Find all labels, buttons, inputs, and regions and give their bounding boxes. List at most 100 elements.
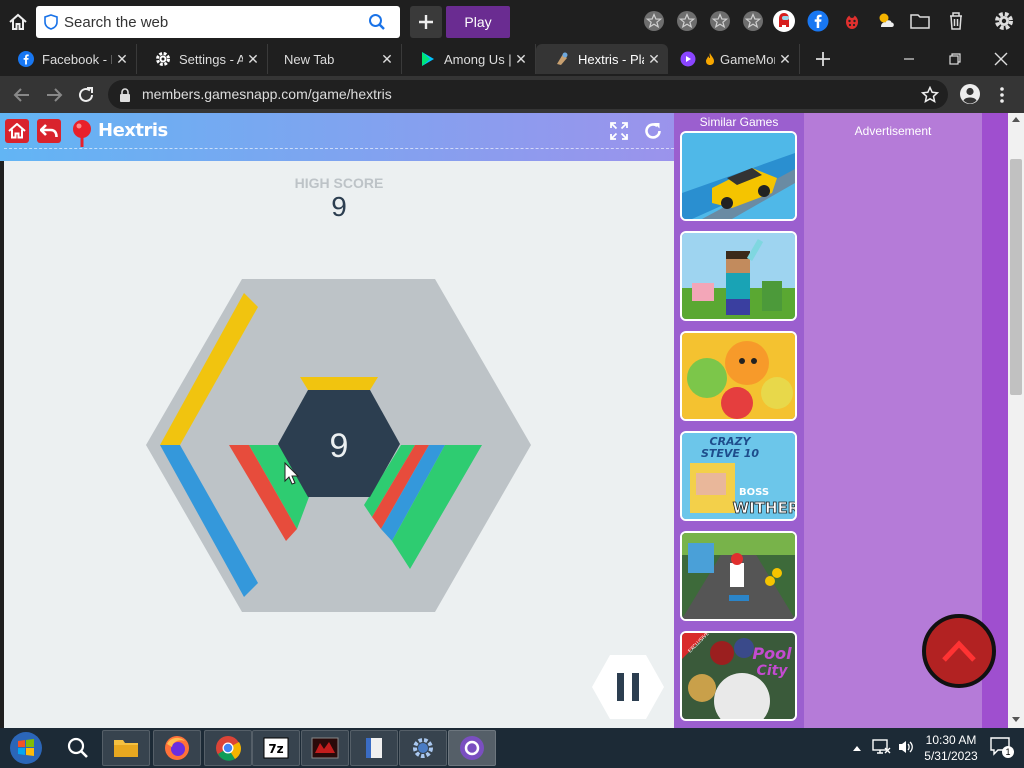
game-thumbnail[interactable] (680, 531, 797, 621)
close-icon[interactable]: ✕ (377, 51, 397, 68)
star-icon[interactable] (708, 9, 732, 33)
minimize-icon[interactable] (898, 48, 920, 70)
game-thumbnail[interactable] (680, 131, 797, 221)
play-store-icon (420, 51, 436, 67)
tab-settings[interactable]: Settings - About ✕ (137, 44, 268, 74)
gear-icon (155, 51, 171, 67)
notification-center-button[interactable]: 1 (990, 736, 1016, 760)
search-input[interactable] (64, 10, 364, 34)
home-button[interactable] (5, 119, 29, 143)
scrollbar-thumb[interactable] (1010, 159, 1022, 395)
windows-logo-icon (10, 732, 42, 764)
close-icon[interactable]: ✕ (511, 51, 531, 68)
scroll-up-arrow-icon[interactable] (1011, 115, 1021, 123)
tab-new-tab[interactable]: New Tab ✕ (268, 44, 402, 74)
new-tab-icon[interactable] (812, 48, 834, 70)
tab-facebook[interactable]: Facebook - Log ✕ (0, 44, 137, 74)
game-thumbnail[interactable] (680, 231, 797, 321)
svg-text:STEVE 10: STEVE 10 (701, 447, 759, 460)
tab-label: GameMonetize (720, 51, 775, 67)
volume-icon[interactable] (897, 738, 915, 756)
taskbar: 7z 10:30 AM 5/31/2023 1 (0, 728, 1024, 768)
svg-text:7z: 7z (268, 742, 283, 756)
star-icon[interactable] (741, 9, 765, 33)
forward-icon[interactable] (42, 83, 66, 107)
tray-expand-icon[interactable] (852, 744, 862, 752)
search-taskbar-button[interactable] (54, 730, 102, 766)
chrome-icon (216, 736, 241, 761)
bookmark-star-icon[interactable] (920, 85, 940, 105)
network-icon[interactable] (872, 738, 892, 756)
clock-date: 5/31/2023 (924, 749, 978, 763)
tab-among-us[interactable]: Among Us | Play ✕ (402, 44, 536, 74)
file-explorer-button[interactable] (102, 730, 150, 766)
tab-gamemonetize[interactable]: GameMonetize ✕ (668, 44, 800, 74)
start-button[interactable] (2, 730, 50, 766)
lock-icon[interactable] (118, 87, 132, 103)
star-icon[interactable] (675, 9, 699, 33)
tab-label: Settings - About (179, 51, 243, 67)
game-title: Hextris (98, 120, 168, 141)
notes-app-button[interactable] (350, 730, 398, 766)
system-clock[interactable]: 10:30 AM 5/31/2023 (918, 732, 984, 764)
url-field[interactable]: members.gamesnapp.com/game/hextris (108, 80, 948, 109)
game-app-button[interactable] (301, 730, 349, 766)
chrome-button[interactable] (204, 730, 252, 766)
close-icon[interactable]: ✕ (644, 51, 664, 68)
svg-text:Pool: Pool (752, 644, 792, 663)
close-icon[interactable]: ✕ (112, 51, 132, 68)
fire-icon (704, 51, 716, 67)
page-content: Hextris HIGH SCORE 9 9 Similar Games CRA… (0, 113, 1008, 728)
hextris-icon (554, 51, 570, 67)
home-icon[interactable] (6, 10, 30, 34)
gear-icon[interactable] (992, 9, 1016, 33)
tab-bar: Facebook - Log ✕ Settings - About ✕ New … (0, 42, 1024, 76)
firefox-icon (165, 736, 189, 760)
menu-dots-icon[interactable] (992, 83, 1012, 107)
game-canvas[interactable]: HIGH SCORE 9 9 (4, 161, 674, 728)
folder-icon (114, 740, 138, 757)
add-button[interactable] (410, 6, 442, 38)
search-icon[interactable] (368, 13, 386, 36)
close-icon[interactable]: ✕ (775, 51, 795, 68)
scroll-to-top-button[interactable] (922, 614, 996, 688)
reload-icon[interactable] (74, 83, 98, 107)
close-window-icon[interactable] (990, 48, 1012, 70)
back-icon[interactable] (10, 83, 34, 107)
web-search-box[interactable] (36, 6, 400, 38)
active-app-button[interactable] (448, 730, 496, 766)
fullscreen-icon[interactable] (608, 121, 630, 141)
svg-text:BOSS: BOSS (739, 487, 769, 498)
close-icon[interactable]: ✕ (243, 51, 263, 68)
game-thumbnail[interactable]: EXCLUSIVE Pool City (680, 631, 797, 721)
game-thumbnail[interactable] (680, 331, 797, 421)
profile-icon[interactable] (958, 82, 982, 106)
folder-icon[interactable] (908, 9, 932, 33)
weather-icon[interactable] (874, 9, 898, 33)
page-scrollbar[interactable] (1008, 113, 1024, 728)
7zip-button[interactable]: 7z (252, 730, 300, 766)
star-icon[interactable] (642, 9, 666, 33)
game-thumbnail[interactable]: CRAZY STEVE 10 BOSS WITHER (680, 431, 797, 521)
tab-hextris[interactable]: Hextris - Play ✕ (536, 44, 668, 74)
facebook-icon[interactable] (806, 9, 830, 33)
back-button[interactable] (37, 119, 61, 143)
game-app-icon (311, 737, 339, 759)
pause-button[interactable] (592, 655, 664, 719)
among-us-icon[interactable] (772, 9, 796, 33)
ladybug-icon[interactable] (840, 9, 864, 33)
firefox-button[interactable] (153, 730, 201, 766)
tab-label: New Tab (284, 51, 335, 67)
trash-icon[interactable] (944, 9, 968, 33)
restore-icon[interactable] (944, 48, 966, 70)
url-text: members.gamesnapp.com/game/hextris (142, 86, 392, 102)
refresh-icon[interactable] (642, 120, 664, 142)
tab-label: Hextris - Play (578, 51, 644, 67)
settings-app-button[interactable] (399, 730, 447, 766)
play-button[interactable]: Play (446, 6, 510, 38)
svg-text:WITHER: WITHER (733, 499, 795, 517)
scroll-down-arrow-icon[interactable] (1011, 716, 1021, 724)
book-icon (366, 738, 382, 758)
tab-label: Facebook - Log (42, 51, 112, 67)
header-divider (4, 148, 674, 149)
